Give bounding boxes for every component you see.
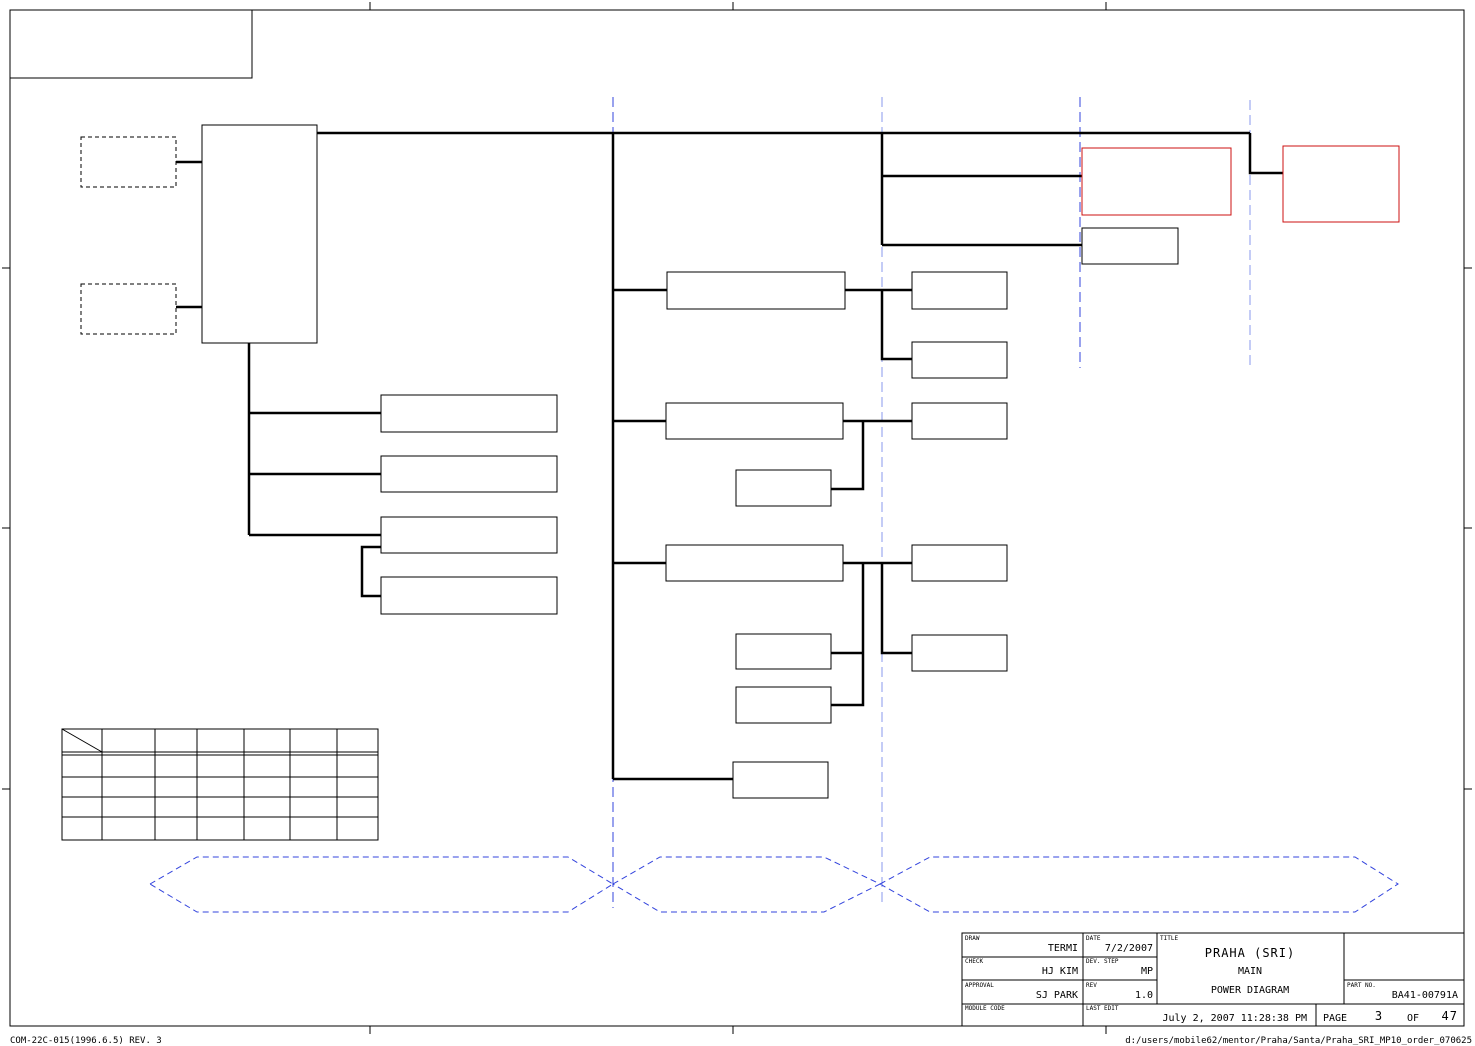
draw-label: DRAW bbox=[965, 935, 980, 942]
title-line-1: PRAHA (SRI) bbox=[1205, 946, 1295, 960]
header-box bbox=[9, 9, 253, 79]
title-line-3: POWER DIAGRAM bbox=[1211, 985, 1289, 996]
input-source-2 bbox=[80, 283, 177, 335]
regulator-1 bbox=[666, 271, 846, 310]
top-right-box bbox=[1081, 227, 1179, 265]
aux-block-2 bbox=[735, 633, 832, 670]
regulator-boxes bbox=[665, 271, 846, 799]
power-diagram-schematic: DRAW TERMI CHECK HJ KIM APPROVAL SJ PARK… bbox=[2, 2, 1472, 1046]
rev-label: REV bbox=[1086, 982, 1097, 989]
check-value: HJ KIM bbox=[1042, 966, 1078, 977]
rev-value: 1.0 bbox=[1135, 990, 1153, 1001]
left-output-3 bbox=[380, 516, 558, 554]
file-path: d:/users/mobile62/mentor/Praha/Santa/Pra… bbox=[1125, 1036, 1472, 1046]
part-no-value: BA41-00791A bbox=[1392, 990, 1458, 1001]
module-code-label: MODULE CODE bbox=[965, 1005, 1005, 1012]
approval-label: APPROVAL bbox=[965, 982, 994, 989]
last-edit-value: July 2, 2007 11:28:38 PM bbox=[1163, 1013, 1308, 1024]
page-value: 3 bbox=[1375, 1009, 1383, 1023]
title-label: TITLE bbox=[1160, 935, 1178, 942]
aux-block-1 bbox=[735, 469, 832, 507]
output-1 bbox=[911, 271, 1008, 310]
date-label: DATE bbox=[1086, 935, 1101, 942]
date-value: 7/2/2007 bbox=[1105, 943, 1153, 954]
input-sources bbox=[80, 136, 177, 335]
dev-step-label: DEV. STEP bbox=[1086, 958, 1119, 965]
output-3 bbox=[911, 402, 1008, 440]
draw-value: TERMI bbox=[1048, 943, 1078, 954]
part-no-label: PART NO. bbox=[1347, 982, 1376, 989]
approval-value: SJ PARK bbox=[1036, 990, 1078, 1001]
highlight-box-2 bbox=[1282, 145, 1400, 223]
output-2 bbox=[911, 341, 1008, 379]
check-label: CHECK bbox=[965, 958, 983, 965]
title-line-2: MAIN bbox=[1238, 966, 1262, 977]
left-branch-boxes bbox=[380, 394, 558, 615]
output-4 bbox=[911, 544, 1008, 582]
title-block: DRAW TERMI CHECK HJ KIM APPROVAL SJ PARK… bbox=[961, 932, 1465, 1027]
output-boxes bbox=[911, 227, 1179, 672]
regulator-3 bbox=[665, 544, 844, 582]
wires bbox=[176, 131, 1283, 781]
drawing-frame bbox=[2, 2, 1472, 1034]
left-output-2 bbox=[380, 455, 558, 493]
page-label: PAGE bbox=[1323, 1013, 1347, 1024]
grid-table bbox=[61, 728, 379, 841]
regulator-2 bbox=[665, 402, 844, 440]
last-edit-label: LAST EDIT bbox=[1086, 1005, 1119, 1012]
of-label: OF bbox=[1407, 1013, 1419, 1024]
aux-block-4 bbox=[732, 761, 829, 799]
banner-left bbox=[149, 856, 614, 913]
section-dividers bbox=[612, 97, 1251, 908]
aux-block-3 bbox=[735, 686, 832, 724]
form-code: COM-22C-015(1996.6.5) REV. 3 bbox=[10, 1036, 162, 1046]
banner-middle bbox=[612, 856, 882, 913]
output-5 bbox=[911, 634, 1008, 672]
input-source-1 bbox=[80, 136, 177, 188]
left-output-4 bbox=[380, 576, 558, 615]
banner-right bbox=[878, 856, 1399, 913]
highlight-box-1 bbox=[1081, 147, 1232, 216]
highlight-boxes bbox=[1081, 145, 1400, 223]
main-power-block bbox=[201, 124, 318, 344]
left-output-1 bbox=[380, 394, 558, 433]
section-banners bbox=[149, 856, 1399, 913]
total-pages: 47 bbox=[1442, 1009, 1458, 1023]
dev-step-value: MP bbox=[1141, 966, 1153, 977]
